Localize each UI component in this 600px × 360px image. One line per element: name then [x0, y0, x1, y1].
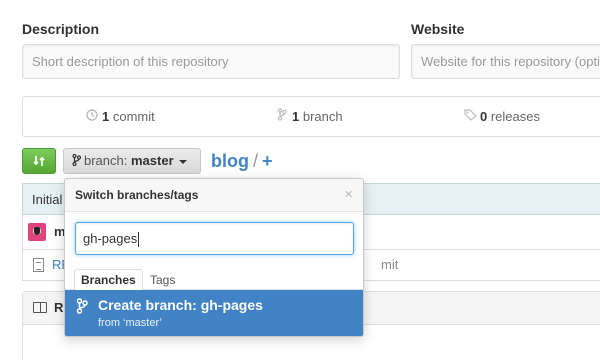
compare-icon	[33, 156, 45, 167]
repo-numbers-summary: 1 commit 1 branch 0 releases	[22, 96, 600, 137]
dropdown-header: Switch branches/tags ×	[65, 179, 363, 212]
tab-tags[interactable]: Tags	[143, 269, 182, 291]
releases-label: releases	[487, 109, 540, 124]
breadcrumb: blog / +	[211, 148, 273, 174]
description-input[interactable]: Short description of this repository	[22, 44, 400, 79]
branch-icon	[72, 153, 82, 167]
branches-link[interactable]: 1 branch	[275, 97, 343, 136]
branch-icon	[275, 98, 289, 137]
branch-select-button[interactable]: branch: master	[63, 148, 201, 174]
avatar[interactable]	[28, 223, 46, 241]
branch-switcher-dropdown: Switch branches/tags × gh-pages Branches…	[64, 178, 364, 337]
readme-title: R	[54, 300, 64, 315]
create-branch-source: from ‘master’	[98, 317, 162, 329]
close-icon[interactable]: ×	[344, 179, 353, 210]
create-branch-item[interactable]: Create branch: gh-pages from ‘master’	[65, 290, 363, 336]
file-icon	[33, 258, 44, 272]
tag-icon	[463, 98, 477, 137]
repo-root-link[interactable]: blog	[211, 151, 249, 171]
commit-message[interactable]: Initial	[32, 184, 62, 216]
commits-link[interactable]: 1 commit	[85, 97, 155, 136]
text-cursor	[138, 232, 140, 248]
releases-link[interactable]: 0 releases	[463, 97, 540, 136]
add-file-button[interactable]: +	[262, 151, 273, 171]
filter-value: gh-pages	[83, 231, 138, 246]
branch-filter-input[interactable]: gh-pages	[75, 222, 354, 255]
compare-button[interactable]	[22, 148, 56, 174]
book-icon	[33, 302, 47, 313]
branch-icon	[76, 298, 88, 314]
breadcrumb-separator: /	[253, 151, 259, 171]
branch-prefix: branch:	[84, 153, 131, 168]
create-branch-title: Create branch: gh-pages	[98, 297, 263, 313]
history-icon	[85, 98, 99, 137]
current-branch-name: master	[130, 153, 174, 168]
tab-branches[interactable]: Branches	[74, 269, 143, 291]
dropdown-tabs: Branches Tags	[65, 267, 363, 291]
website-label: Website	[411, 21, 465, 37]
file-commit-message[interactable]: mit	[381, 250, 398, 280]
dropdown-title: Switch branches/tags	[75, 188, 199, 202]
chevron-down-icon	[178, 159, 187, 164]
website-input[interactable]: Website for this repository (opti	[411, 44, 600, 79]
description-label: Description	[22, 21, 100, 37]
commits-label: commit	[109, 109, 155, 124]
avatar-face-icon	[34, 227, 40, 235]
branches-label: branch	[299, 109, 343, 124]
